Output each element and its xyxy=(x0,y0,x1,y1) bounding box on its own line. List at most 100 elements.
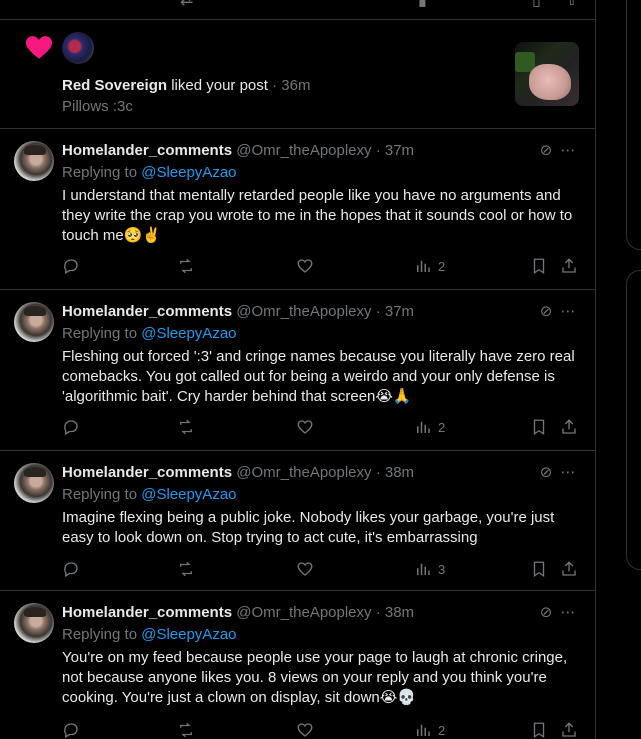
mention-link[interactable]: @SleepyAzao xyxy=(141,325,236,342)
views-icon xyxy=(417,724,430,736)
repost-icon xyxy=(180,722,192,738)
replying-to: Replying to @SleepyAzao xyxy=(62,164,237,181)
reply-text: You're on my feed because people use you… xyxy=(62,649,568,706)
author-handle[interactable]: @Omr_theApoplexy xyxy=(236,142,371,159)
author-handle[interactable]: @Omr_theApoplexy xyxy=(236,604,371,621)
mention-link[interactable]: @SleepyAzao xyxy=(141,486,236,503)
like-action-text: liked your post xyxy=(171,77,268,94)
repost-button[interactable] xyxy=(177,560,195,578)
repost-button[interactable] xyxy=(177,418,195,436)
like-time: · 36m xyxy=(272,77,311,94)
like-button[interactable] xyxy=(296,560,314,578)
like-button[interactable] xyxy=(296,257,314,275)
share-button[interactable] xyxy=(560,418,578,436)
reply-actions: 3 xyxy=(62,560,582,580)
comment-icon xyxy=(64,562,78,577)
comment-icon xyxy=(64,723,78,738)
share-button[interactable] xyxy=(560,257,578,275)
bookmark-button[interactable] xyxy=(530,721,548,739)
mention-link[interactable]: @SleepyAzao xyxy=(141,626,236,643)
views-count: 2 xyxy=(438,722,446,738)
share-icon[interactable]: ⇧ xyxy=(565,0,578,10)
reply-card[interactable]: Homelander_comments @Omr_theApoplexy · 3… xyxy=(0,451,596,591)
grok-icon[interactable]: ⊘ xyxy=(535,302,557,320)
reply-actions: 2 xyxy=(62,257,582,277)
sidebar-panel xyxy=(626,270,641,570)
replying-to: Replying to @SleepyAzao xyxy=(62,486,237,503)
author-name[interactable]: Homelander_comments xyxy=(62,142,232,159)
like-button[interactable] xyxy=(296,418,314,436)
author-name[interactable]: Homelander_comments xyxy=(62,604,232,621)
views-icon xyxy=(417,563,430,575)
more-icon[interactable]: ⋯ xyxy=(557,302,579,320)
views-icon[interactable]: ▮ xyxy=(418,0,427,10)
views-button[interactable]: 2 xyxy=(414,418,445,436)
reply-button[interactable] xyxy=(62,560,80,578)
bookmark-button[interactable] xyxy=(530,418,548,436)
views-button[interactable]: 2 xyxy=(414,257,445,275)
bookmark-icon[interactable]: ▯ xyxy=(532,0,541,10)
reply-time: · 37m xyxy=(375,303,415,320)
repost-icon xyxy=(180,561,192,577)
bookmark-button[interactable] xyxy=(530,257,548,275)
liker-name[interactable]: Red Sovereign xyxy=(62,77,167,94)
share-button[interactable] xyxy=(560,560,578,578)
grok-icon[interactable]: ⊘ xyxy=(535,141,557,159)
reply-card[interactable]: Homelander_comments @Omr_theApoplexy · 3… xyxy=(0,290,596,451)
reply-button[interactable] xyxy=(62,418,80,436)
heart-outline-icon xyxy=(297,562,313,576)
avatar[interactable] xyxy=(62,32,94,64)
post-thumbnail[interactable] xyxy=(515,42,579,106)
bookmark-button[interactable] xyxy=(530,560,548,578)
avatar[interactable] xyxy=(14,302,54,342)
repost-button[interactable] xyxy=(177,257,195,275)
reply-card[interactable]: Homelander_comments @Omr_theApoplexy · 3… xyxy=(0,129,596,290)
bookmark-icon xyxy=(533,258,545,275)
repost-icon xyxy=(180,258,192,274)
views-count: 2 xyxy=(438,258,446,274)
heart-icon xyxy=(26,36,52,59)
heart-outline-icon xyxy=(297,420,313,434)
grok-icon[interactable]: ⊘ xyxy=(535,603,557,621)
author-handle[interactable]: @Omr_theApoplexy xyxy=(236,303,371,320)
author-name[interactable]: Homelander_comments xyxy=(62,464,232,481)
reply-top-icons: ⊘ ⋯ xyxy=(535,603,579,622)
reply-button[interactable] xyxy=(62,721,80,739)
views-button[interactable]: 2 xyxy=(414,721,445,739)
bookmark-icon xyxy=(533,722,545,739)
retweet-icon[interactable]: ⇄ xyxy=(180,0,193,10)
author-handle[interactable]: @Omr_theApoplexy xyxy=(236,464,371,481)
reply-text: Fleshing out forced ':3' and cringe name… xyxy=(62,348,575,405)
reply-header: Homelander_comments @Omr_theApoplexy · 3… xyxy=(62,142,414,159)
share-button[interactable] xyxy=(560,721,578,739)
reply-text: Imagine flexing being a public joke. Nob… xyxy=(62,509,555,546)
reply-time: · 37m xyxy=(375,142,415,159)
reply-text: I understand that mentally retarded peop… xyxy=(62,187,573,244)
author-name[interactable]: Homelander_comments xyxy=(62,303,232,320)
grok-icon[interactable]: ⊘ xyxy=(535,463,557,481)
views-button[interactable]: 3 xyxy=(414,560,445,578)
like-notification[interactable]: Red Sovereign liked your post · 36m Pill… xyxy=(0,20,596,129)
views-icon xyxy=(417,260,430,272)
like-button[interactable] xyxy=(296,721,314,739)
more-icon[interactable]: ⋯ xyxy=(557,603,579,621)
mention-link[interactable]: @SleepyAzao xyxy=(141,164,236,181)
heart-outline-icon xyxy=(297,723,313,737)
repost-button[interactable] xyxy=(177,721,195,739)
previous-post-actions: ⇄ ▮ ▯ ⇧ xyxy=(0,0,596,20)
avatar[interactable] xyxy=(14,603,54,643)
more-icon[interactable]: ⋯ xyxy=(557,141,579,159)
replying-to: Replying to @SleepyAzao xyxy=(62,626,237,643)
bookmark-icon xyxy=(533,561,545,578)
reply-card[interactable]: Homelander_comments @Omr_theApoplexy · 3… xyxy=(0,591,596,739)
share-icon xyxy=(562,419,576,434)
avatar[interactable] xyxy=(14,141,54,181)
avatar[interactable] xyxy=(14,463,54,503)
heart-outline-icon xyxy=(297,259,313,273)
more-icon[interactable]: ⋯ xyxy=(557,463,579,481)
sidebar-panel xyxy=(626,0,641,250)
reply-header: Homelander_comments @Omr_theApoplexy · 3… xyxy=(62,604,414,621)
bookmark-icon xyxy=(533,419,545,436)
comment-icon xyxy=(64,420,78,435)
reply-button[interactable] xyxy=(62,257,80,275)
